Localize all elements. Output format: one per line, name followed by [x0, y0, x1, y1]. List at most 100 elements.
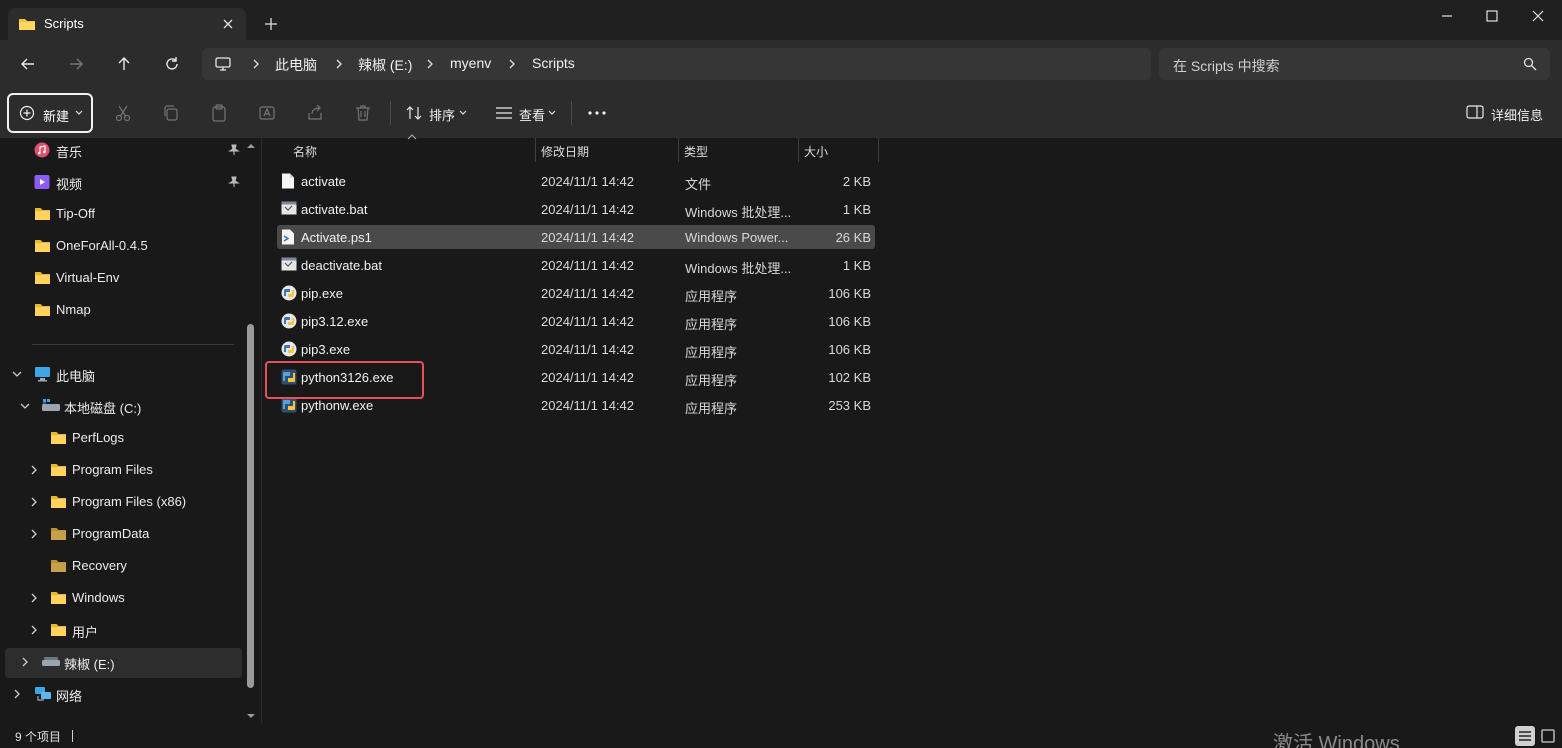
- sidebar-item-virtual-env[interactable]: Virtual-Env: [0, 264, 240, 294]
- file-date: 2024/11/1 14:42: [541, 370, 635, 385]
- sidebar-item-program-files-x86[interactable]: Program Files (x86): [0, 488, 240, 518]
- delete-icon[interactable]: [354, 104, 372, 122]
- chevron-right-icon[interactable]: [29, 625, 39, 635]
- new-button[interactable]: 新建: [7, 93, 93, 133]
- file-size: 106 KB: [828, 314, 871, 329]
- file-type: 应用程序: [685, 345, 738, 360]
- column-separator[interactable]: [878, 138, 879, 162]
- close-tab-icon[interactable]: [220, 16, 236, 32]
- pin-icon[interactable]: [228, 144, 240, 156]
- sidebar-item-label: ProgramData: [72, 526, 150, 541]
- copy-icon[interactable]: [162, 104, 180, 122]
- rename-icon[interactable]: [258, 104, 276, 122]
- sidebar-item-video[interactable]: 视频: [0, 168, 240, 198]
- sidebar-item-recovery[interactable]: Recovery: [0, 552, 240, 582]
- sidebar-item-label: OneForAll-0.4.5: [56, 238, 148, 253]
- breadcrumb-scripts[interactable]: Scripts: [532, 55, 575, 71]
- title-bar: Scripts: [0, 0, 1562, 40]
- breadcrumb-drive-e[interactable]: 辣椒 (E:): [358, 55, 412, 75]
- refresh-icon[interactable]: [162, 54, 182, 74]
- tiles-view-icon[interactable]: [1538, 726, 1558, 746]
- column-header-name[interactable]: 名称: [277, 138, 535, 162]
- new-button-label: 新建: [43, 109, 70, 124]
- paste-icon[interactable]: [210, 104, 228, 122]
- chevron-down-icon[interactable]: [20, 401, 30, 411]
- sidebar-item-perflogs[interactable]: PerfLogs: [0, 424, 240, 454]
- file-row-activate-ps1[interactable]: Activate.ps1 2024/11/1 14:42 Windows Pow…: [277, 225, 875, 249]
- chevron-right-icon[interactable]: [29, 497, 39, 507]
- minimize-icon[interactable]: [1439, 8, 1455, 24]
- sidebar-item-nmap[interactable]: Nmap: [0, 296, 240, 326]
- sort-button[interactable]: 排序: [429, 105, 455, 124]
- tab-scripts[interactable]: Scripts: [8, 8, 246, 40]
- new-tab-icon[interactable]: [262, 15, 280, 33]
- file-name: activate: [301, 174, 346, 189]
- file-type: Windows 批处理...: [685, 261, 792, 276]
- sidebar-scrollbar-thumb[interactable]: [247, 324, 254, 688]
- file-row-activate[interactable]: activate 2024/11/1 14:42 文件 2 KB: [277, 169, 875, 193]
- sidebar-item-users[interactable]: 用户: [0, 616, 240, 646]
- column-header-label: 修改日期: [541, 145, 590, 159]
- sidebar-item-label: Virtual-Env: [56, 270, 120, 285]
- search-icon[interactable]: [1523, 57, 1537, 71]
- pin-icon[interactable]: [228, 176, 240, 188]
- sidebar-item-drive-c[interactable]: 本地磁盘 (C:): [0, 392, 240, 422]
- sidebar-item-drive-e[interactable]: 辣椒 (E:): [5, 648, 242, 678]
- details-view-icon[interactable]: [1515, 726, 1535, 746]
- more-options-icon[interactable]: [588, 111, 606, 115]
- sidebar-item-windows[interactable]: Windows: [0, 584, 240, 614]
- sidebar-item-network[interactable]: 网络: [0, 680, 240, 710]
- computer-icon: [34, 366, 51, 382]
- sidebar-item-programdata[interactable]: ProgramData: [0, 520, 240, 550]
- column-header-date[interactable]: 修改日期: [535, 138, 678, 162]
- cut-icon[interactable]: [114, 104, 132, 122]
- file-row-pip-exe[interactable]: pip.exe 2024/11/1 14:42 应用程序 106 KB: [277, 281, 875, 305]
- file-type: 应用程序: [685, 289, 738, 304]
- file-date: 2024/11/1 14:42: [541, 174, 635, 189]
- file-name: pip3.exe: [301, 342, 351, 357]
- share-icon[interactable]: [306, 104, 324, 122]
- toolbar-separator: [571, 101, 572, 125]
- sidebar-item-this-pc[interactable]: 此电脑: [0, 360, 240, 390]
- folder-icon: [50, 622, 67, 637]
- chevron-right-icon[interactable]: [29, 593, 39, 603]
- search-box[interactable]: 在 Scripts 中搜索: [1159, 48, 1550, 80]
- chevron-right-icon[interactable]: [12, 689, 22, 699]
- file-row-deactivate-bat[interactable]: deactivate.bat 2024/11/1 14:42 Windows 批…: [277, 253, 875, 277]
- sidebar-item-label: 网络: [56, 689, 83, 704]
- file-row-pip3-12-exe[interactable]: pip3.12.exe 2024/11/1 14:42 应用程序 106 KB: [277, 309, 875, 333]
- column-header-type[interactable]: 类型: [678, 138, 798, 162]
- maximize-icon[interactable]: [1484, 8, 1500, 24]
- address-bar[interactable]: 此电脑 辣椒 (E:) myenv Scripts: [202, 48, 1151, 80]
- file-row-activate-bat[interactable]: activate.bat 2024/11/1 14:42 Windows 批处理…: [277, 197, 875, 221]
- item-count: 9 个项目: [15, 730, 62, 744]
- file-date: 2024/11/1 14:42: [541, 230, 635, 245]
- chevron-right-icon[interactable]: [20, 657, 30, 667]
- chevron-down-icon[interactable]: [12, 369, 22, 379]
- folder-icon: [34, 270, 51, 285]
- up-icon[interactable]: [114, 54, 134, 74]
- file-name: activate.bat: [301, 202, 368, 217]
- view-button[interactable]: 查看: [519, 105, 545, 124]
- navigation-pane[interactable]: 音乐 视频 Tip-Off OneForAll-0.4.5 Virtual-En…: [0, 138, 261, 724]
- sidebar-item-tip-off[interactable]: Tip-Off: [0, 200, 240, 230]
- scroll-down-icon[interactable]: [246, 712, 256, 720]
- chevron-right-icon[interactable]: [29, 529, 39, 539]
- file-row-pip3-exe[interactable]: pip3.exe 2024/11/1 14:42 应用程序 106 KB: [277, 337, 875, 361]
- sidebar-item-oneforall[interactable]: OneForAll-0.4.5: [0, 232, 240, 262]
- scroll-up-icon[interactable]: [246, 142, 256, 150]
- back-icon[interactable]: [18, 54, 38, 74]
- close-window-icon[interactable]: [1530, 8, 1546, 24]
- breadcrumb-this-pc[interactable]: 此电脑: [275, 55, 317, 75]
- python-exe-icon: [281, 313, 297, 329]
- sidebar-item-music[interactable]: 音乐: [0, 136, 240, 166]
- chevron-right-icon[interactable]: [29, 465, 39, 475]
- sort-icon: [405, 104, 423, 122]
- forward-icon[interactable]: [66, 54, 86, 74]
- column-header-size[interactable]: 大小: [798, 138, 878, 162]
- details-button[interactable]: 详细信息: [1491, 105, 1543, 124]
- breadcrumb-myenv[interactable]: myenv: [450, 55, 491, 71]
- file-list[interactable]: 名称 修改日期 类型 大小 activate 2024/11/1 14:42 文…: [262, 134, 1562, 724]
- batch-file-icon: [281, 201, 297, 215]
- sidebar-item-program-files[interactable]: Program Files: [0, 456, 240, 486]
